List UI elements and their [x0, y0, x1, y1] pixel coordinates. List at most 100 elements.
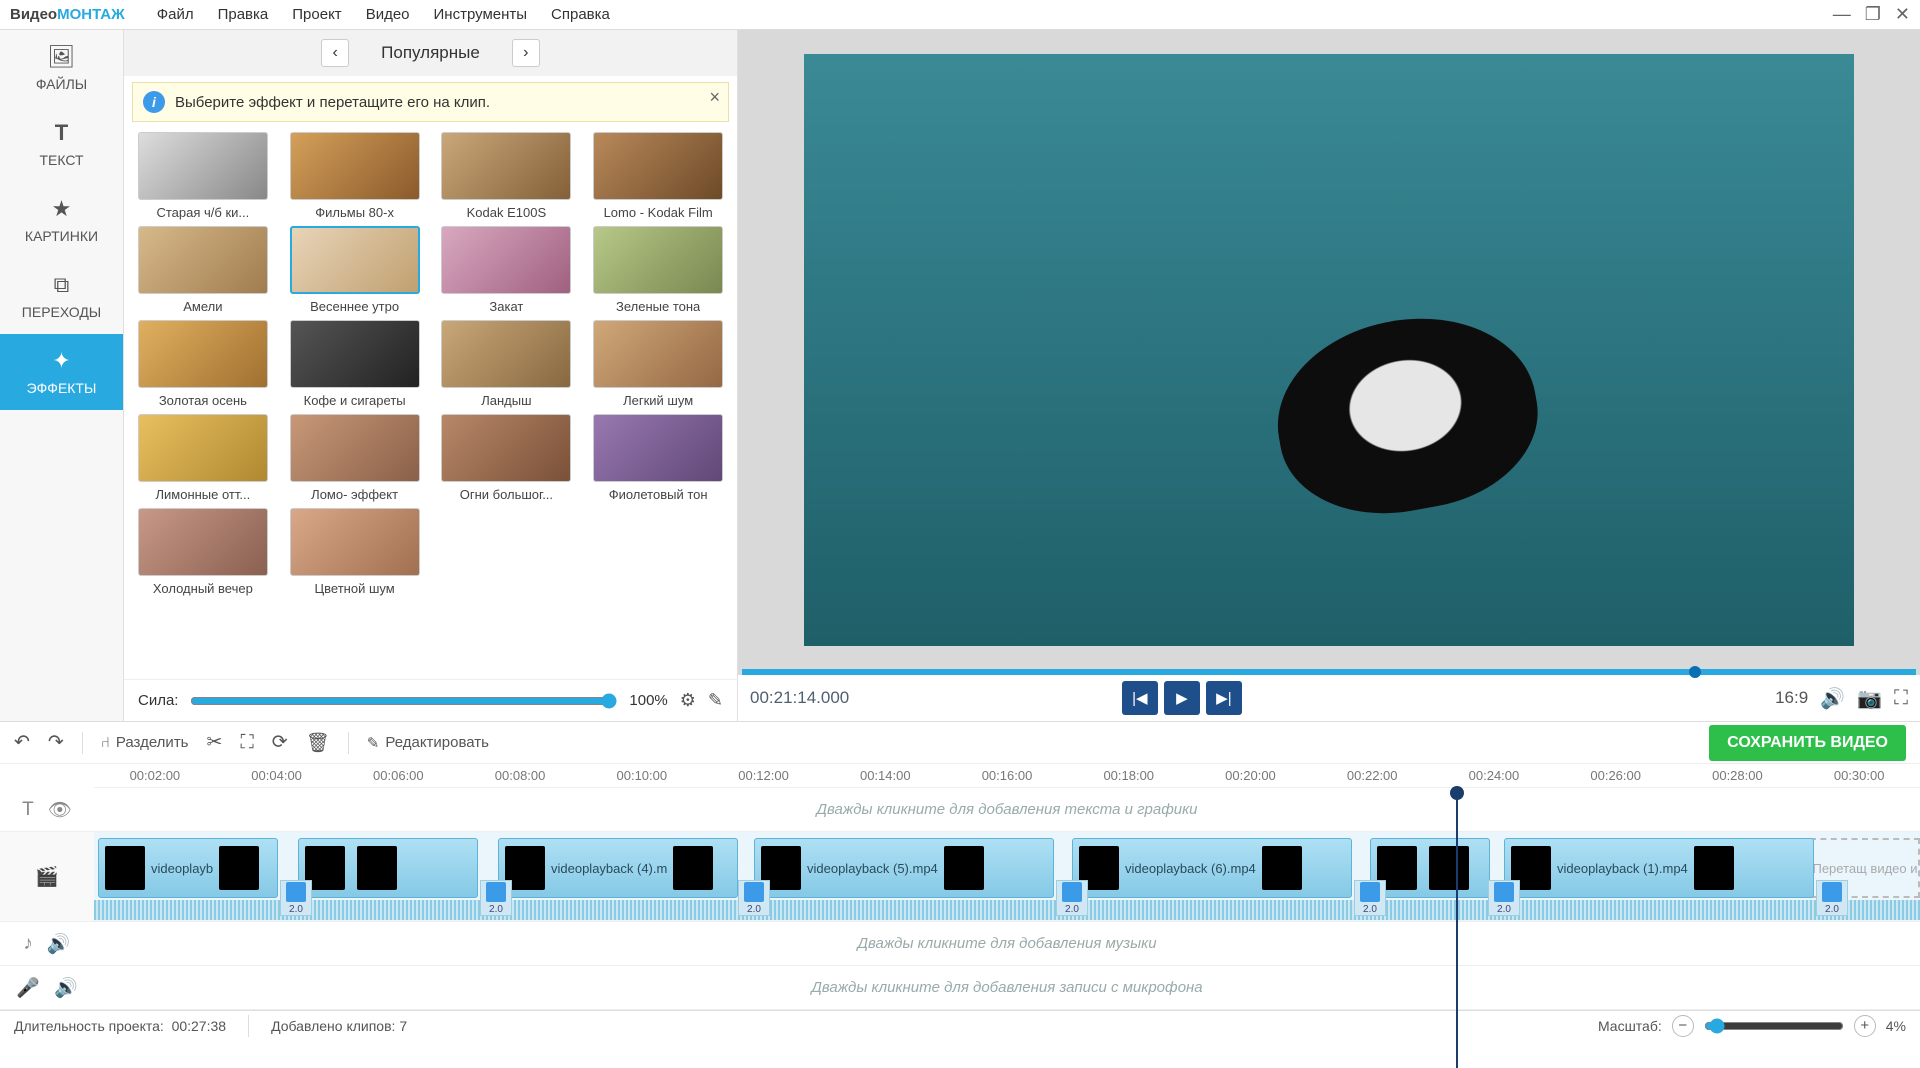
- window-minimize-icon[interactable]: —: [1833, 4, 1851, 25]
- menu-инструменты[interactable]: Инструменты: [422, 6, 540, 23]
- effect-item[interactable]: Весеннее утро: [286, 226, 424, 314]
- sidebar-effects[interactable]: ✦ ЭФФЕКТЫ: [0, 334, 123, 410]
- menu-проект[interactable]: Проект: [280, 6, 353, 23]
- next-frame-button[interactable]: ▶|: [1206, 681, 1242, 715]
- edit-button[interactable]: ✎ Редактировать: [367, 734, 489, 752]
- effect-item[interactable]: Цветной шум: [286, 508, 424, 596]
- effect-item[interactable]: Холодный вечер: [134, 508, 272, 596]
- text-icon: T: [55, 120, 68, 146]
- category-next-button[interactable]: ›: [512, 39, 540, 67]
- snapshot-icon[interactable]: 📷: [1857, 686, 1882, 711]
- effect-item[interactable]: Ломо- эффект: [286, 414, 424, 502]
- effect-item[interactable]: Легкий шум: [589, 320, 727, 408]
- effect-label: Весеннее утро: [310, 299, 399, 314]
- effect-item[interactable]: Кофе и сигареты: [286, 320, 424, 408]
- text-track[interactable]: Дважды кликните для добавления текста и …: [94, 788, 1920, 832]
- video-track[interactable]: Перетащ видео и videoplaybvideoplayback …: [94, 832, 1920, 922]
- mic-track[interactable]: Дважды кликните для добавления записи с …: [94, 966, 1920, 1010]
- menu-видео[interactable]: Видео: [354, 6, 422, 23]
- zoom-slider[interactable]: [1704, 1018, 1844, 1034]
- effect-item[interactable]: Зеленые тона: [589, 226, 727, 314]
- playhead[interactable]: [1456, 788, 1458, 1068]
- delete-button[interactable]: 🗑: [306, 731, 330, 755]
- transition-marker[interactable]: 2.0: [480, 880, 512, 916]
- effect-item[interactable]: Закат: [438, 226, 576, 314]
- sidebar-pictures[interactable]: ★ КАРТИНКИ: [0, 182, 123, 258]
- ruler-tick: 00:04:00: [216, 768, 338, 783]
- redo-button[interactable]: ↷: [48, 731, 64, 754]
- effect-item[interactable]: Kodak E100S: [438, 132, 576, 220]
- brush-icon[interactable]: ✎: [708, 690, 723, 711]
- ruler-tick: 00:18:00: [1068, 768, 1190, 783]
- ruler-tick: 00:20:00: [1190, 768, 1312, 783]
- video-clip[interactable]: [1370, 838, 1490, 898]
- effect-item[interactable]: Огни большог...: [438, 414, 576, 502]
- settings-icon[interactable]: ⚙: [680, 690, 696, 711]
- video-clip[interactable]: videoplayback (6).mp4: [1072, 838, 1352, 898]
- undo-button[interactable]: ↶: [14, 731, 30, 754]
- menu-справка[interactable]: Справка: [539, 6, 622, 23]
- video-clip[interactable]: videoplayback (4).m: [498, 838, 738, 898]
- timeline: ↶ ↷ ⑁ Разделить ✂ ⛶ ⟳ 🗑 ✎ Редактировать …: [0, 721, 1920, 1010]
- menu-файл[interactable]: Файл: [145, 6, 206, 23]
- effect-item[interactable]: Лимонные отт...: [134, 414, 272, 502]
- effect-item[interactable]: Ландыш: [438, 320, 576, 408]
- zoom-in-button[interactable]: +: [1854, 1015, 1876, 1037]
- window-close-icon[interactable]: ✕: [1895, 4, 1910, 25]
- zoom-out-button[interactable]: −: [1672, 1015, 1694, 1037]
- edit-icon: ✎: [367, 734, 380, 752]
- cut-button[interactable]: ✂: [207, 731, 223, 754]
- music-track[interactable]: Дважды кликните для добавления музыки: [94, 922, 1920, 966]
- play-button[interactable]: ▶: [1164, 681, 1200, 715]
- sidebar-transitions[interactable]: ⧉ ПЕРЕХОДЫ: [0, 258, 123, 334]
- effect-item[interactable]: Lomo - Kodak Film: [589, 132, 727, 220]
- banner-close-button[interactable]: ×: [709, 87, 720, 108]
- save-video-button[interactable]: СОХРАНИТЬ ВИДЕО: [1709, 725, 1906, 761]
- visibility-icon[interactable]: 👁: [48, 798, 72, 822]
- video-clip[interactable]: videoplayb: [98, 838, 278, 898]
- fullscreen-icon[interactable]: ⛶: [1894, 687, 1908, 710]
- timeline-ruler[interactable]: 00:02:0000:04:0000:06:0000:08:0000:10:00…: [94, 764, 1920, 788]
- clip-label: videoplayback (1).mp4: [1557, 861, 1688, 876]
- effect-item[interactable]: Золотая осень: [134, 320, 272, 408]
- transition-marker[interactable]: 2.0: [1488, 880, 1520, 916]
- text-track-icon: T: [22, 799, 34, 821]
- effect-item[interactable]: Фильмы 80-х: [286, 132, 424, 220]
- split-button[interactable]: ⑁ Разделить: [101, 734, 189, 751]
- effect-thumbnail: [138, 414, 268, 482]
- video-clip[interactable]: videoplayback (5).mp4: [754, 838, 1054, 898]
- prev-frame-button[interactable]: |◀: [1122, 681, 1158, 715]
- window-maximize-icon[interactable]: ❐: [1865, 4, 1881, 25]
- effect-label: Кофе и сигареты: [304, 393, 406, 408]
- transition-marker[interactable]: 2.0: [280, 880, 312, 916]
- sidebar-files[interactable]: 🖼 ФАЙЛЫ: [0, 30, 123, 106]
- effect-thumbnail: [138, 508, 268, 576]
- transition-marker[interactable]: 2.0: [1056, 880, 1088, 916]
- sidebar-text[interactable]: T ТЕКСТ: [0, 106, 123, 182]
- menu-правка[interactable]: Правка: [206, 6, 281, 23]
- video-clip[interactable]: videoplayback (1).mp4: [1504, 838, 1814, 898]
- effect-label: Золотая осень: [159, 393, 247, 408]
- preview-scrubber[interactable]: [742, 669, 1916, 675]
- effect-item[interactable]: Амели: [134, 226, 272, 314]
- clip-thumbnail: [357, 846, 397, 890]
- video-clip[interactable]: [298, 838, 478, 898]
- effect-label: Старая ч/б ки...: [156, 205, 249, 220]
- transition-marker[interactable]: 2.0: [738, 880, 770, 916]
- crop-button[interactable]: ⛶: [240, 732, 253, 754]
- effect-item[interactable]: Старая ч/б ки...: [134, 132, 272, 220]
- effect-label: Холодный вечер: [153, 581, 253, 596]
- video-preview[interactable]: [742, 34, 1916, 665]
- effect-label: Легкий шум: [623, 393, 693, 408]
- rotate-button[interactable]: ⟳: [272, 731, 288, 754]
- mic-track-icon: 🎤: [16, 976, 40, 1000]
- category-prev-button[interactable]: ‹: [321, 39, 349, 67]
- effect-item[interactable]: Фиолетовый тон: [589, 414, 727, 502]
- transition-icon: [486, 882, 506, 902]
- strength-slider[interactable]: [190, 693, 617, 709]
- transition-marker[interactable]: 2.0: [1354, 880, 1386, 916]
- mute-icon[interactable]: 🔊: [47, 932, 71, 956]
- volume-icon[interactable]: 🔊: [1820, 686, 1845, 711]
- mute-icon[interactable]: 🔊: [54, 976, 78, 1000]
- transition-marker[interactable]: 2.0: [1816, 880, 1848, 916]
